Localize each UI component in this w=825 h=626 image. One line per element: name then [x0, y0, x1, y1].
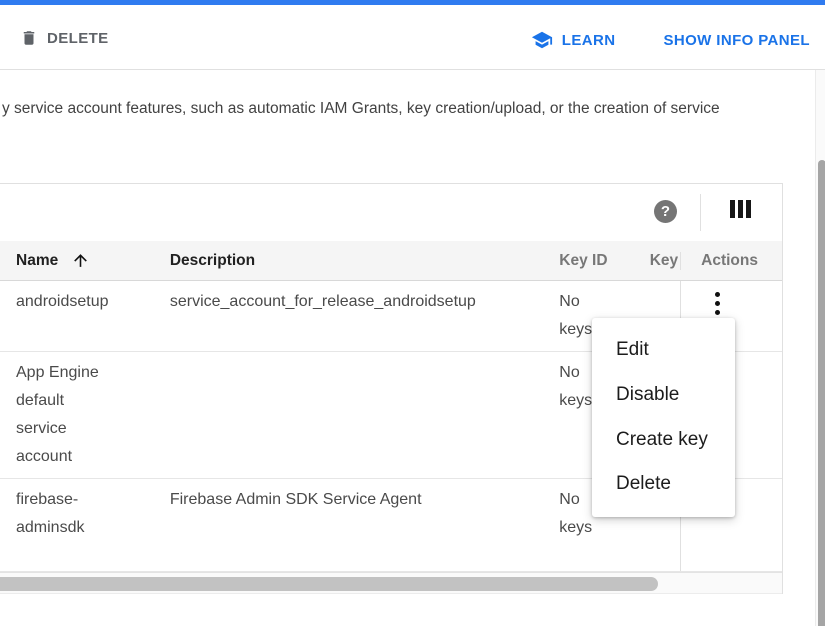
menu-item-disable[interactable]: Disable — [592, 373, 735, 418]
delete-button-label: DELETE — [47, 30, 109, 47]
sort-ascending-icon — [71, 251, 90, 270]
menu-item-delete[interactable]: Delete — [592, 462, 735, 507]
action-toolbar: DELETE LEARN SHOW INFO PANEL — [0, 5, 825, 70]
horizontal-scrollbar[interactable] — [0, 572, 782, 594]
column-header-actions: Actions — [680, 252, 782, 270]
vertical-scrollbar-thumb[interactable] — [818, 160, 825, 626]
table-tools-row: ? — [0, 184, 782, 241]
help-icon[interactable]: ? — [654, 200, 677, 223]
row-actions-context-menu: Edit Disable Create key Delete — [592, 318, 735, 517]
horizontal-scrollbar-thumb[interactable] — [0, 577, 658, 591]
column-header-key[interactable]: Key — [624, 252, 680, 270]
column-header-name[interactable]: Name — [0, 251, 154, 270]
learn-button[interactable]: LEARN — [531, 29, 616, 51]
learn-button-label: LEARN — [562, 32, 616, 49]
toolbar-right-group: LEARN SHOW INFO PANEL — [531, 29, 810, 51]
notice-text: y service account features, such as auto… — [2, 100, 720, 118]
vertical-scrollbar[interactable] — [815, 70, 825, 626]
tools-divider — [700, 194, 701, 231]
show-info-panel-label: SHOW INFO PANEL — [663, 32, 810, 49]
cell-description: service_account_for_release_androidsetup — [154, 281, 544, 351]
trash-icon — [20, 29, 38, 47]
cell-name: App Engine default service account — [0, 352, 154, 478]
cell-name: firebase-adminsdk — [0, 479, 154, 571]
delete-button[interactable]: DELETE — [20, 29, 109, 47]
cell-name: androidsetup — [0, 281, 154, 351]
table-header-row: Name Description Key ID Key Actions — [0, 241, 782, 281]
column-header-key-id[interactable]: Key ID — [544, 252, 624, 270]
cell-description: Firebase Admin SDK Service Agent — [154, 479, 544, 571]
cell-description — [154, 352, 544, 478]
menu-item-edit[interactable]: Edit — [592, 328, 735, 373]
menu-item-create-key[interactable]: Create key — [592, 417, 735, 462]
column-header-description[interactable]: Description — [154, 252, 544, 270]
graduation-cap-icon — [531, 29, 553, 51]
column-display-options-icon[interactable] — [730, 200, 751, 218]
show-info-panel-button[interactable]: SHOW INFO PANEL — [663, 29, 810, 51]
row-actions-kebab-icon[interactable] — [705, 289, 729, 317]
